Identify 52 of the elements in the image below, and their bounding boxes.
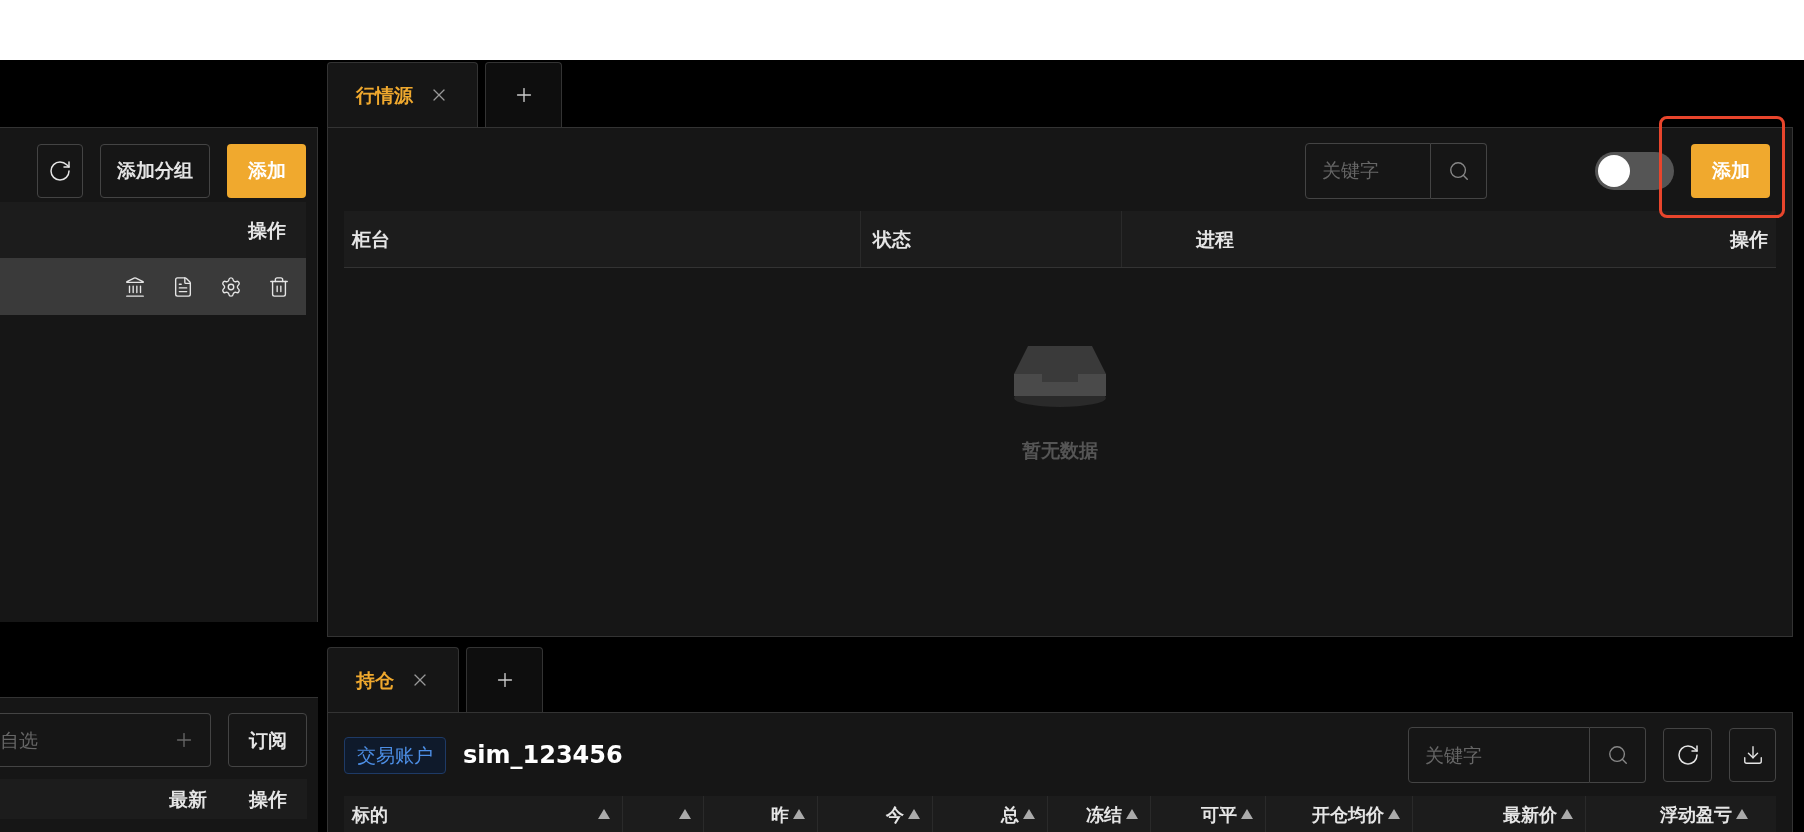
search-field[interactable]: 关键字 bbox=[1408, 727, 1590, 783]
sort-icon[interactable] bbox=[1736, 809, 1748, 819]
column-header: 操作 bbox=[249, 786, 287, 812]
document-icon[interactable] bbox=[172, 275, 194, 298]
refresh-button[interactable] bbox=[37, 143, 83, 198]
column-header[interactable]: 开仓均价 bbox=[1312, 800, 1384, 828]
subscribe-button[interactable]: 订阅 bbox=[228, 713, 307, 767]
sort-icon[interactable] bbox=[679, 809, 691, 819]
delete-icon[interactable] bbox=[268, 275, 290, 298]
sort-icon[interactable] bbox=[1241, 809, 1253, 819]
search-button[interactable] bbox=[1431, 142, 1487, 199]
settings-icon[interactable] bbox=[220, 275, 242, 298]
tab[interactable]: 行情源 bbox=[327, 62, 478, 127]
watchlist-field[interactable]: 自选 bbox=[0, 713, 211, 767]
tab[interactable]: 持仓 bbox=[327, 647, 459, 712]
sort-icon[interactable] bbox=[908, 809, 920, 819]
search-icon bbox=[1447, 159, 1470, 182]
search-button[interactable] bbox=[1590, 727, 1646, 783]
search-icon bbox=[1606, 744, 1629, 766]
column-header: 状态 bbox=[873, 226, 911, 252]
refresh-button[interactable] bbox=[1663, 728, 1712, 782]
sort-icon[interactable] bbox=[1126, 809, 1138, 819]
bank-icon[interactable] bbox=[124, 275, 146, 298]
column-header[interactable]: 浮动盈亏 bbox=[1660, 800, 1732, 828]
sort-icon[interactable] bbox=[1561, 809, 1573, 819]
sort-icon[interactable] bbox=[793, 809, 805, 819]
sort-icon[interactable] bbox=[598, 809, 610, 819]
sort-icon[interactable] bbox=[1388, 809, 1400, 819]
column-header: 操作 bbox=[1730, 226, 1768, 252]
column-header[interactable]: 昨 bbox=[771, 800, 789, 828]
account-tag: 交易账户 bbox=[344, 736, 446, 774]
account-name: sim_123456 bbox=[463, 740, 623, 771]
toggle-switch[interactable] bbox=[1595, 151, 1674, 190]
column-header: 操作 bbox=[248, 217, 286, 243]
column-header: 柜台 bbox=[352, 226, 390, 252]
download-icon bbox=[1741, 744, 1764, 766]
refresh-icon bbox=[48, 158, 72, 183]
empty-text: 暂无数据 bbox=[1022, 438, 1098, 463]
sort-icon[interactable] bbox=[1023, 809, 1035, 819]
column-header[interactable]: 今 bbox=[886, 800, 904, 828]
column-header[interactable]: 冻结 bbox=[1086, 800, 1122, 828]
column-header[interactable]: 总 bbox=[1001, 800, 1019, 828]
column-header[interactable]: 标的 bbox=[352, 800, 388, 828]
refresh-icon bbox=[1675, 743, 1700, 767]
table-row[interactable] bbox=[0, 258, 306, 315]
column-header[interactable]: 可平 bbox=[1201, 800, 1237, 828]
column-header[interactable]: 最新价 bbox=[1503, 800, 1557, 828]
column-header: 进程 bbox=[1196, 226, 1234, 252]
column-header: 最新 bbox=[169, 786, 207, 812]
search-field[interactable]: 关键字 bbox=[1305, 142, 1431, 199]
add-group-button[interactable]: 添加分组 bbox=[100, 143, 210, 198]
download-button[interactable] bbox=[1729, 728, 1776, 782]
